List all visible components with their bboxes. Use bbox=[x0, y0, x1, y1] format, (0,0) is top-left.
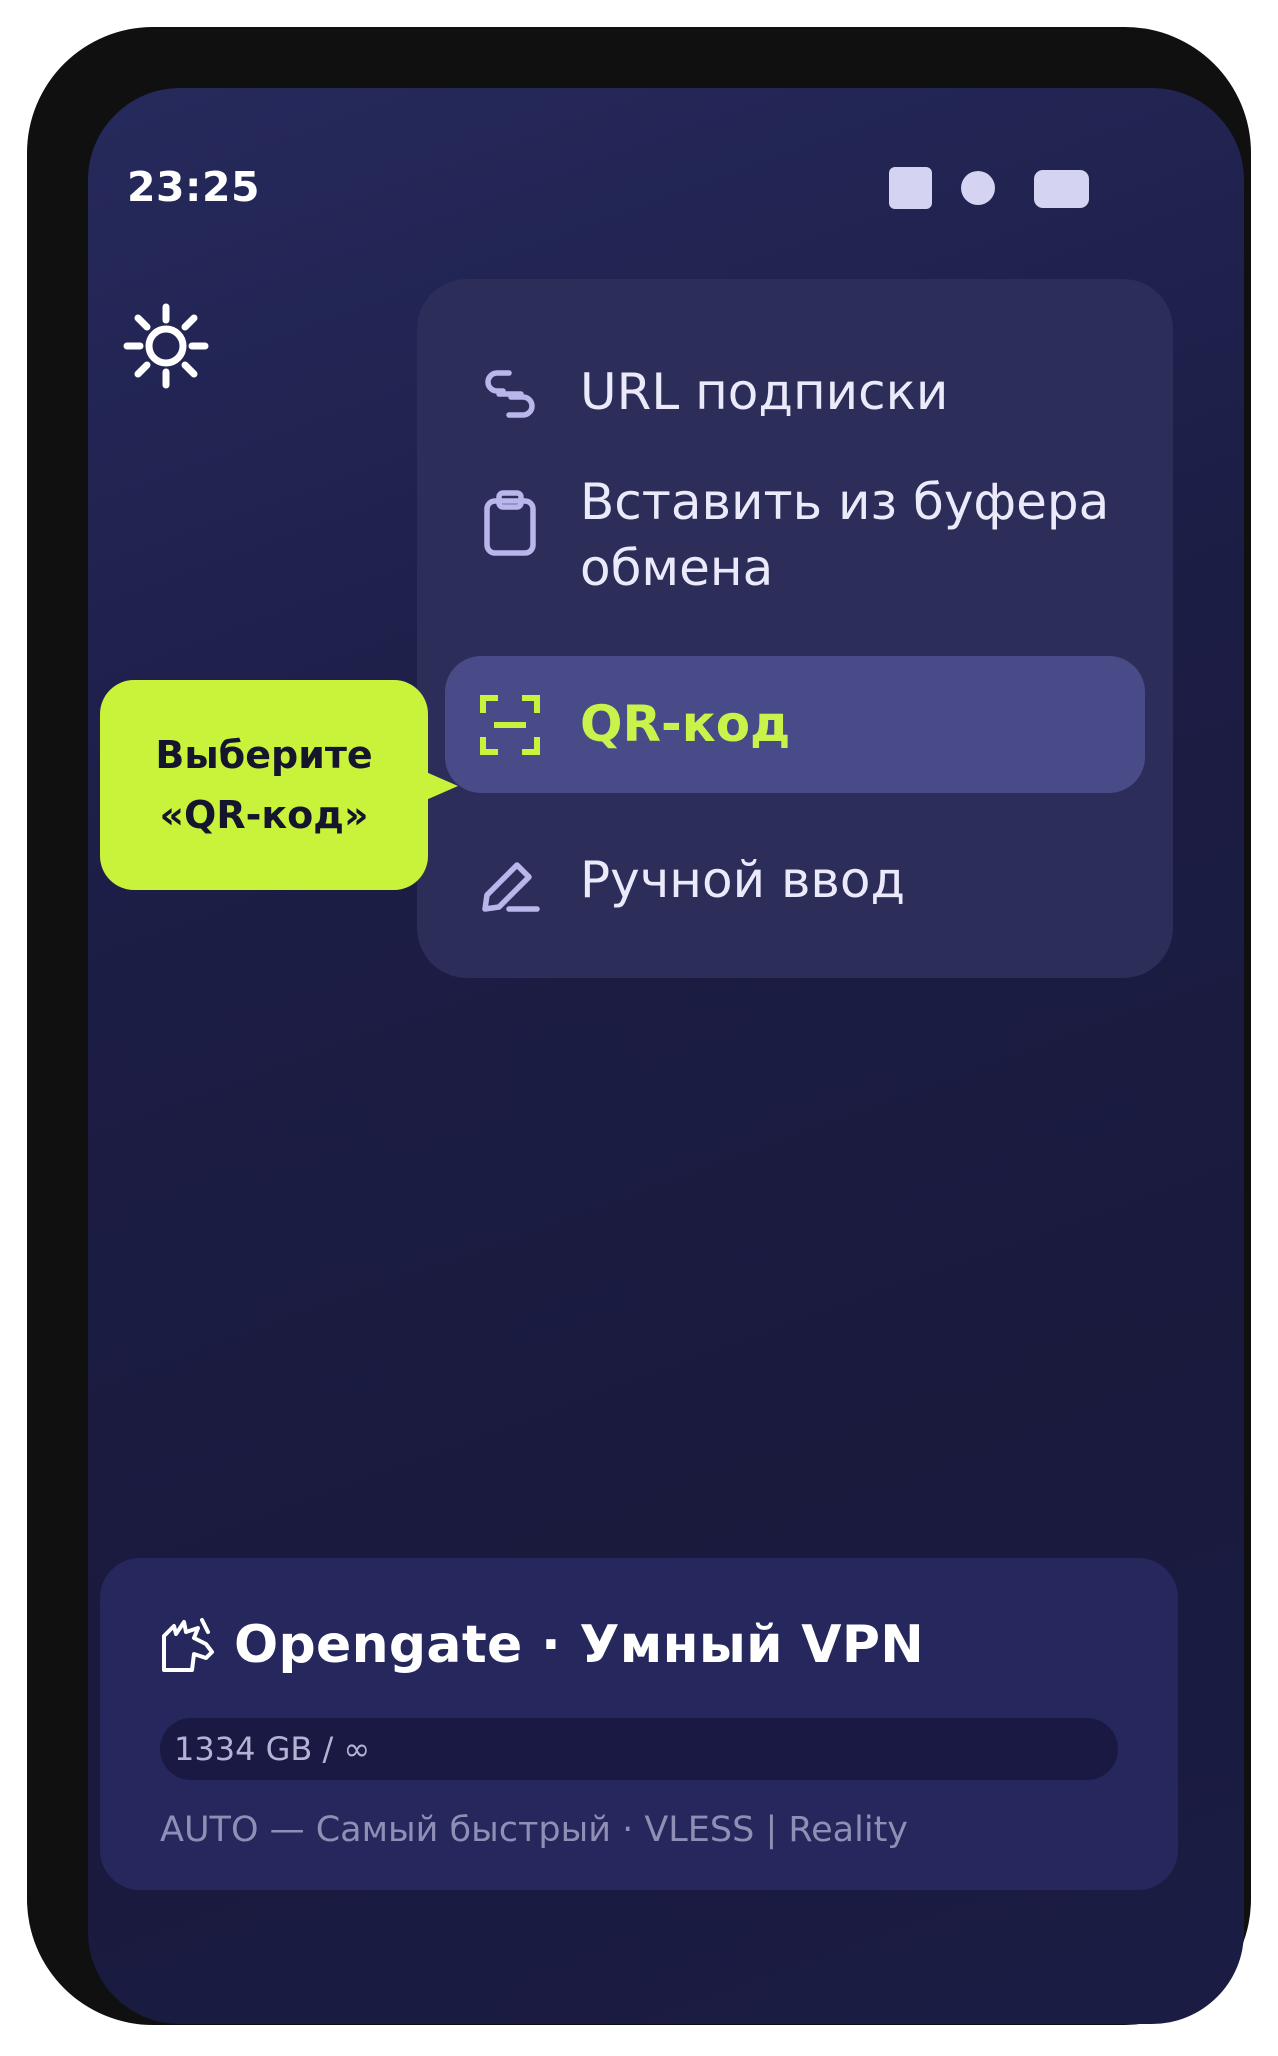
traffic-text: 1334 GB / ∞ bbox=[174, 1730, 371, 1768]
menu-item-label: URL подписки bbox=[580, 363, 949, 421]
menu-item-label: QR-код bbox=[580, 695, 791, 753]
traffic-bar: 1334 GB / ∞ bbox=[160, 1718, 1118, 1780]
menu-item-label: Ручной ввод bbox=[580, 851, 906, 909]
menu-item-manual[interactable]: Ручной ввод bbox=[445, 819, 1145, 939]
menu-item-label: Вставить из буфера обмена bbox=[580, 473, 1110, 597]
status-icons bbox=[0, 167, 1278, 211]
signal-square-icon bbox=[889, 167, 932, 209]
hint-tooltip: Выберите «QR-код» bbox=[100, 680, 458, 890]
tooltip-line2: «QR-код» bbox=[159, 793, 369, 837]
qr-scan-icon bbox=[480, 695, 540, 755]
pencil-icon bbox=[482, 862, 540, 912]
clipboard-icon bbox=[484, 490, 536, 556]
card-title: Opengate · Умный VPN bbox=[234, 1615, 925, 1675]
add-config-menu: URL подписки Вставить из буфера обмена Q… bbox=[417, 279, 1173, 978]
menu-item-qr[interactable]: QR-код bbox=[445, 656, 1145, 793]
card-title-row: Opengate · Умный VPN bbox=[158, 1610, 924, 1680]
menu-item-url[interactable]: URL подписки bbox=[445, 339, 1145, 449]
settings-button[interactable] bbox=[122, 302, 210, 390]
menu-item-paste[interactable]: Вставить из буфера обмена bbox=[445, 469, 1145, 629]
link-icon bbox=[485, 370, 535, 418]
subscription-card[interactable]: Opengate · Умный VPN 1334 GB / ∞ AUTO — … bbox=[100, 1558, 1178, 1890]
dot-icon bbox=[961, 171, 995, 205]
tooltip-line1: Выберите bbox=[155, 733, 373, 777]
unicorn-icon bbox=[162, 1618, 214, 1672]
battery-icon bbox=[1034, 170, 1089, 208]
server-info: AUTO — Самый быстрый · VLESS | Reality bbox=[160, 1810, 909, 1850]
tooltip-arrow bbox=[426, 772, 458, 800]
gear-icon bbox=[123, 303, 209, 389]
